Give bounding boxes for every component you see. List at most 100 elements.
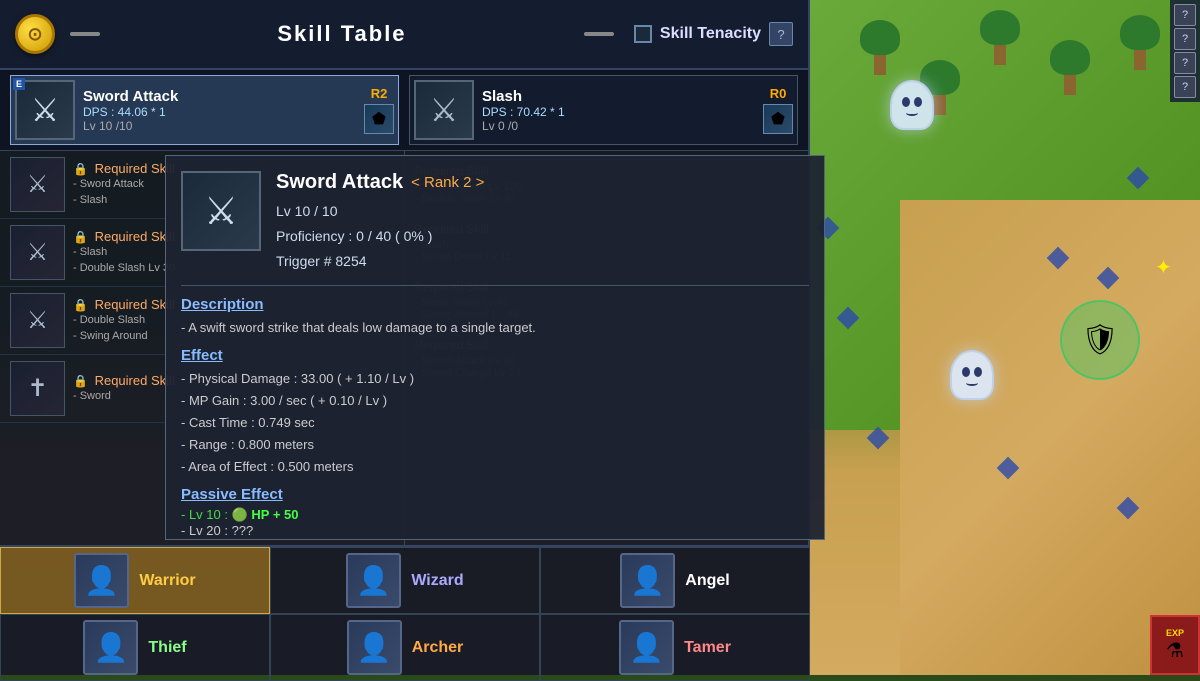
tamer-label: Tamer: [684, 639, 731, 657]
sword-attack-icon: E ⚔: [15, 80, 75, 140]
tenacity-checkbox[interactable]: [634, 25, 652, 43]
tree: [1120, 15, 1160, 65]
rank-icon: ⬟: [364, 104, 394, 134]
skill-slot-sword-attack[interactable]: E ⚔ Sword Attack DPS : 44.06 * 1 Lv 10 /…: [10, 75, 399, 145]
exp-label: EXP: [1166, 628, 1184, 638]
exp-bar: EXP ⚗: [1150, 615, 1200, 675]
slash-level: Lv 0 /0: [482, 119, 793, 133]
angel-avatar: 👤: [620, 553, 675, 608]
popup-rank: < Rank 2 >: [411, 174, 484, 191]
slash-info: Slash DPS : 70.42 * 1 Lv 0 /0: [482, 88, 793, 133]
sword-attack-rank: R2 ⬟: [364, 86, 394, 134]
passive-lv20: - Lv 20 : ???: [181, 523, 809, 538]
popup-name-rank: Sword Attack < Rank 2 >: [276, 171, 809, 194]
slash-rank-label: R0: [770, 86, 787, 101]
effect-content: - Physical Damage : 33.00 ( + 1.10 / Lv …: [181, 368, 809, 478]
list-item-icon: ✝: [10, 361, 65, 416]
effect-line: - Area of Effect : 0.500 meters: [181, 456, 809, 478]
yellow-star: ✦: [1155, 255, 1172, 280]
list-item-icon: ⚔: [10, 225, 65, 280]
popup-trigger: Trigger # 8254: [276, 249, 809, 274]
description-section: Description - A swift sword strike that …: [181, 296, 809, 339]
class-tab-wizard[interactable]: 👤 Wizard: [270, 547, 540, 614]
rank-label: R2: [371, 86, 388, 101]
lock-icon: 🔒: [73, 374, 88, 388]
angel-label: Angel: [685, 572, 729, 590]
hp-bonus: HP + 50: [251, 507, 298, 522]
slash-rank: R0 ⬟: [763, 86, 793, 134]
skill-detail-popup: ⚔ Sword Attack < Rank 2 > Lv 10 / 10 Pro…: [165, 155, 825, 540]
class-tab-archer[interactable]: 👤 Archer: [270, 614, 540, 681]
lock-icon: 🔒: [73, 230, 88, 244]
tree: [980, 10, 1020, 60]
class-tabs: 👤 Warrior 👤 Wizard 👤 Angel 👤 Thief 👤 Arc…: [0, 545, 810, 675]
archer-avatar: 👤: [347, 620, 402, 675]
effect-line: - Physical Damage : 33.00 ( + 1.10 / Lv …: [181, 368, 809, 390]
popup-level: Lv 10 / 10: [276, 199, 809, 224]
slider-right: [584, 32, 614, 36]
description-title: Description: [181, 296, 809, 313]
lock-icon: 🔒: [73, 298, 88, 312]
wizard-avatar: 👤: [346, 553, 401, 608]
list-item-icon: ⚔: [10, 293, 65, 348]
right-button-3[interactable]: ?: [1174, 52, 1196, 74]
slash-dps: DPS : 70.42 * 1: [482, 105, 793, 119]
right-button-4[interactable]: ?: [1174, 76, 1196, 98]
exp-icon: ⚗: [1166, 638, 1184, 663]
sword-attack-name: Sword Attack: [83, 88, 394, 105]
skill-slot-slash[interactable]: ⚔ Slash DPS : 70.42 * 1 Lv 0 /0 R0 ⬟: [409, 75, 798, 145]
popup-title-area: Sword Attack < Rank 2 > Lv 10 / 10 Profi…: [276, 171, 809, 275]
ghost-sprite: [890, 80, 940, 140]
tenacity-label: Skill Tenacity: [660, 25, 761, 43]
skill-badge-e: E: [13, 78, 25, 90]
thief-avatar: 👤: [83, 620, 138, 675]
wizard-label: Wizard: [411, 572, 463, 590]
skill-tenacity-area: Skill Tenacity ?: [634, 22, 793, 46]
slash-icon: ⚔: [414, 80, 474, 140]
lock-icon: 🔒: [73, 162, 88, 176]
slash-name: Slash: [482, 88, 793, 105]
effect-section: Effect - Physical Damage : 33.00 ( + 1.1…: [181, 347, 809, 478]
warrior-label: Warrior: [139, 572, 195, 590]
right-button-2[interactable]: ?: [1174, 28, 1196, 50]
passive-section: Passive Effect - Lv 10 : 🟢 HP + 50 - Lv …: [181, 486, 809, 538]
sword-attack-level: Lv 10 /10: [83, 119, 394, 133]
sword-attack-info: Sword Attack DPS : 44.06 * 1 Lv 10 /10: [83, 88, 394, 133]
warrior-avatar: 👤: [74, 553, 129, 608]
skill-slots-row: E ⚔ Sword Attack DPS : 44.06 * 1 Lv 10 /…: [0, 70, 808, 151]
archer-label: Archer: [412, 639, 464, 657]
class-tab-thief[interactable]: 👤 Thief: [0, 614, 270, 681]
class-tab-warrior[interactable]: 👤 Warrior: [0, 547, 270, 614]
gold-coin: ⊙: [15, 14, 55, 54]
effect-title: Effect: [181, 347, 809, 364]
ghost-sprite: [950, 350, 1000, 410]
effect-line: - Cast Time : 0.749 sec: [181, 412, 809, 434]
slash-rank-icon: ⬟: [763, 104, 793, 134]
coin-symbol: ⊙: [27, 24, 42, 45]
popup-skill-name: Sword Attack: [276, 171, 403, 194]
tree: [1050, 40, 1090, 90]
passive-effect-title: Passive Effect: [181, 486, 809, 503]
effect-line: - MP Gain : 3.00 / sec ( + 0.10 / Lv ): [181, 390, 809, 412]
tamer-avatar: 👤: [619, 620, 674, 675]
list-item-icon: ⚔: [10, 157, 65, 212]
header: ⊙ Skill Table Skill Tenacity ?: [0, 0, 808, 70]
class-tab-angel[interactable]: 👤 Angel: [540, 547, 810, 614]
right-panel: ? ? ? ?: [1170, 0, 1200, 102]
tenacity-help-button[interactable]: ?: [769, 22, 793, 46]
passive-lv10: - Lv 10 : 🟢 HP + 50: [181, 507, 809, 523]
decoration: [867, 427, 890, 450]
popup-proficiency: Proficiency : 0 / 40 ( 0% ): [276, 224, 809, 249]
defender-circle: 🛡: [1060, 300, 1140, 380]
sword-attack-dps: DPS : 44.06 * 1: [83, 105, 394, 119]
effect-line: - Range : 0.800 meters: [181, 434, 809, 456]
popup-header: ⚔ Sword Attack < Rank 2 > Lv 10 / 10 Pro…: [181, 171, 809, 286]
tree: [860, 20, 900, 70]
right-button-1[interactable]: ?: [1174, 4, 1196, 26]
thief-label: Thief: [148, 639, 186, 657]
popup-skill-icon: ⚔: [181, 171, 261, 251]
description-text: - A swift sword strike that deals low da…: [181, 317, 809, 339]
slider-left: [70, 32, 100, 36]
skill-table-title: Skill Table: [105, 21, 579, 47]
class-tab-tamer[interactable]: 👤 Tamer: [540, 614, 810, 681]
